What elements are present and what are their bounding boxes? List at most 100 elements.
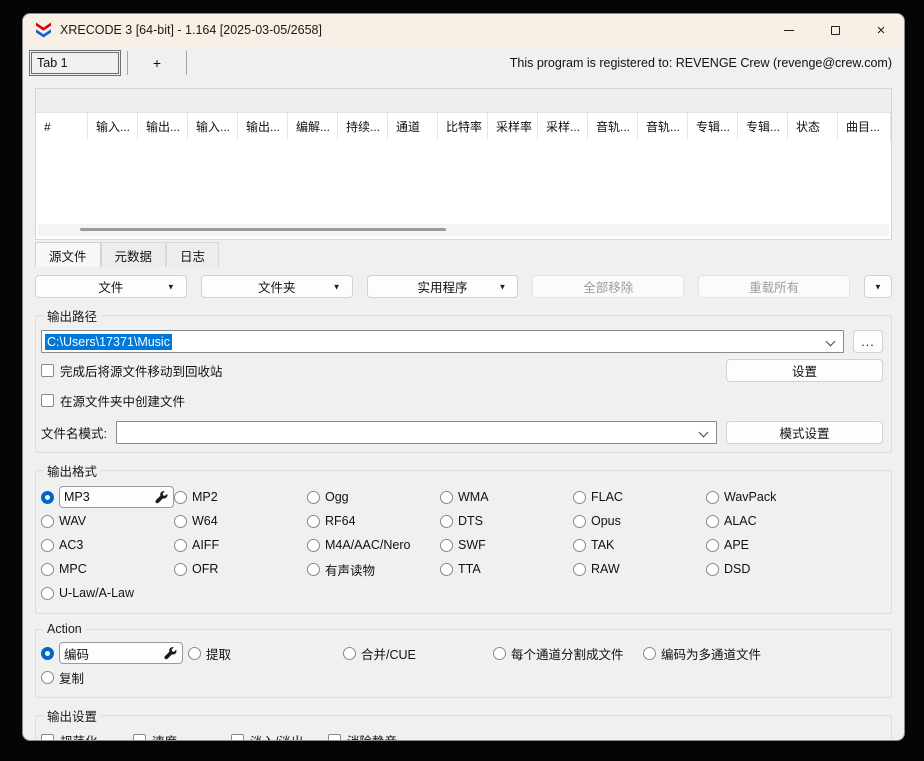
tab-separator <box>127 51 128 75</box>
action-option-合并-cue[interactable]: 合并/CUE <box>343 641 493 665</box>
action-option-每个通道分割成文件[interactable]: 每个通道分割成文件 <box>493 641 643 665</box>
format-option-dsd[interactable]: DSD <box>706 557 883 581</box>
checkbox-icon <box>41 364 54 377</box>
format-option-raw[interactable]: RAW <box>573 557 706 581</box>
radio-icon <box>573 491 586 504</box>
action-option-复制[interactable]: 复制 <box>41 665 84 689</box>
column-header[interactable]: 采样... <box>538 113 588 140</box>
format-option-ac3[interactable]: AC3 <box>41 533 174 557</box>
column-header[interactable]: 状态 <box>788 113 838 140</box>
column-header[interactable]: 编解... <box>288 113 338 140</box>
format-option-ofr[interactable]: OFR <box>174 557 307 581</box>
column-header[interactable]: 输入... <box>188 113 238 140</box>
output-format-group: 输出格式 MP3WAVAC3MPCU-Law/A-LawMP2W64AIFFOF… <box>35 461 892 614</box>
format-option-tak[interactable]: TAK <box>573 533 706 557</box>
format-option-wav[interactable]: WAV <box>41 509 174 533</box>
action-option-提取[interactable]: 提取 <box>188 641 343 665</box>
format-option-w64[interactable]: W64 <box>174 509 307 533</box>
column-header[interactable]: 音轨... <box>588 113 638 140</box>
output-settings-group-label: 输出设置 <box>43 706 101 725</box>
close-button[interactable]: × <box>858 14 904 46</box>
column-header[interactable]: 音轨... <box>638 113 688 140</box>
setting-checkbox-淡入-淡出[interactable]: 淡入/淡出 <box>231 731 328 742</box>
format-option-有声读物[interactable]: 有声读物 <box>307 557 440 581</box>
file-menu-button[interactable]: 文件▼ <box>35 275 187 298</box>
minimize-button[interactable] <box>766 14 812 46</box>
action-option-编码为多通道文件[interactable]: 编码为多通道文件 <box>643 641 761 665</box>
output-path-group-label: 输出路径 <box>43 306 101 325</box>
column-header[interactable]: 输出... <box>238 113 288 140</box>
remove-all-button[interactable]: 全部移除 <box>532 275 684 298</box>
filename-pattern-combobox[interactable] <box>116 421 717 444</box>
format-option-mpc[interactable]: MPC <box>41 557 174 581</box>
format-option-mp3[interactable]: MP3 <box>41 485 174 509</box>
horizontal-scrollbar[interactable] <box>38 224 889 236</box>
setting-checkbox-速度[interactable]: 速度 <box>133 731 231 742</box>
tab-1[interactable]: Tab 1 <box>29 50 121 76</box>
column-header[interactable]: 专辑... <box>688 113 738 140</box>
maximize-button[interactable] <box>812 14 858 46</box>
extra-menu-button[interactable]: ▼ <box>864 275 892 298</box>
action-option-编码[interactable]: 编码 <box>41 641 188 665</box>
checkbox-label: 消除静音 <box>347 731 397 742</box>
column-header[interactable]: 专辑... <box>738 113 788 140</box>
setting-checkbox-规范化[interactable]: 规范化 <box>41 731 133 742</box>
radio-label: TAK <box>591 538 614 552</box>
minimize-icon <box>784 30 794 31</box>
format-option-wma[interactable]: WMA <box>440 485 573 509</box>
format-option-dts[interactable]: DTS <box>440 509 573 533</box>
chevron-down-icon[interactable] <box>826 337 836 347</box>
output-settings-button[interactable]: 设置 <box>726 359 883 382</box>
column-header[interactable]: 通道 <box>388 113 438 140</box>
column-header[interactable]: # <box>36 113 88 140</box>
checkbox-label: 完成后将源文件移动到回收站 <box>60 361 223 380</box>
wrench-icon[interactable] <box>164 647 177 660</box>
column-header[interactable]: 输入... <box>88 113 138 140</box>
column-header[interactable]: 输出... <box>138 113 188 140</box>
column-header[interactable]: 持续... <box>338 113 388 140</box>
file-table-header: #输入...输出...输入...输出...编解...持续...通道比特率采样率采… <box>36 113 891 140</box>
format-option-tta[interactable]: TTA <box>440 557 573 581</box>
format-option-rf64[interactable]: RF64 <box>307 509 440 533</box>
format-option-swf[interactable]: SWF <box>440 533 573 557</box>
format-option-aiff[interactable]: AIFF <box>174 533 307 557</box>
checkbox-label: 规范化 <box>60 731 98 742</box>
move-to-recycle-checkbox[interactable]: 完成后将源文件移动到回收站 <box>41 361 223 380</box>
add-tab-button[interactable]: + <box>134 50 180 76</box>
panel-tab-元数据[interactable]: 元数据 <box>101 242 167 267</box>
format-option-u-law-a-law[interactable]: U-Law/A-Law <box>41 581 174 605</box>
utilities-menu-button[interactable]: 实用程序▼ <box>367 275 519 298</box>
output-path-group: 输出路径 C:\Users\17371\Music ... 完成后将源文件移动到… <box>35 306 892 453</box>
column-header[interactable]: 比特率 <box>438 113 488 140</box>
radio-icon <box>440 539 453 552</box>
scrollbar-thumb[interactable] <box>80 228 446 231</box>
format-option-m4a-aac-nero[interactable]: M4A/AAC/Nero <box>307 533 440 557</box>
tab-strip: Tab 1 + This program is registered to: R… <box>23 46 904 80</box>
setting-checkbox-消除静音[interactable]: 消除静音 <box>328 731 397 742</box>
create-in-source-folder-checkbox[interactable]: 在源文件夹中创建文件 <box>41 391 185 410</box>
reload-all-button[interactable]: 重载所有 <box>698 275 850 298</box>
radio-icon <box>188 647 201 660</box>
format-option-mp2[interactable]: MP2 <box>174 485 307 509</box>
format-option-flac[interactable]: FLAC <box>573 485 706 509</box>
panel-tab-源文件[interactable]: 源文件 <box>35 242 101 267</box>
format-option-wavpack[interactable]: WavPack <box>706 485 883 509</box>
radio-icon <box>174 563 187 576</box>
format-option-ogg[interactable]: Ogg <box>307 485 440 509</box>
output-settings-group: 输出设置 规范化 速度淡入/淡出 消除静音 <box>35 706 892 741</box>
browse-button[interactable]: ... <box>853 330 883 353</box>
output-path-combobox[interactable]: C:\Users\17371\Music <box>41 330 844 353</box>
chevron-down-icon: ▼ <box>498 282 506 291</box>
column-header[interactable]: 曲目... <box>838 113 891 140</box>
format-option-ape[interactable]: APE <box>706 533 883 557</box>
wrench-icon[interactable] <box>155 491 168 504</box>
column-header[interactable]: 采样率 <box>488 113 538 140</box>
pattern-settings-button[interactable]: 模式设置 <box>726 421 883 444</box>
folder-menu-button[interactable]: 文件夹▼ <box>201 275 353 298</box>
radio-icon <box>440 563 453 576</box>
format-option-alac[interactable]: ALAC <box>706 509 883 533</box>
format-option-opus[interactable]: Opus <box>573 509 706 533</box>
panel-tab-日志[interactable]: 日志 <box>166 242 219 267</box>
chevron-down-icon: ▼ <box>874 282 882 291</box>
chevron-down-icon[interactable] <box>699 428 709 438</box>
